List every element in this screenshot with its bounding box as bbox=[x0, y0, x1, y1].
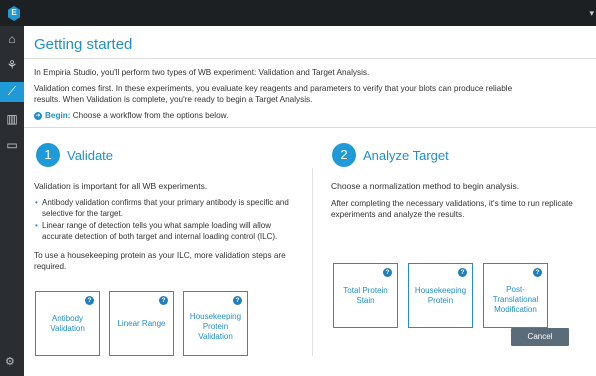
validation-chart-icon[interactable]: ⟋ bbox=[0, 82, 24, 102]
validate-title: Validate bbox=[67, 148, 114, 163]
step-2-badge: 2 bbox=[332, 143, 356, 167]
cancel-button[interactable]: Cancel bbox=[511, 328, 569, 346]
post-translational-modification-card[interactable]: ? Post- Translational Modification bbox=[483, 263, 548, 328]
help-icon[interactable]: ? bbox=[85, 296, 94, 305]
page-title: Getting started bbox=[34, 36, 133, 53]
card-label-line: Housekeeping bbox=[414, 285, 467, 295]
bullet-line: selective for the target. bbox=[42, 208, 123, 218]
analyze-text-line-2: experiments and analyze the results. bbox=[331, 210, 465, 219]
validation-line-1: Validation comes first. In these experim… bbox=[34, 84, 513, 93]
list-item: • Antibody validation confirms that your… bbox=[35, 198, 289, 219]
section-divider bbox=[24, 127, 596, 128]
logo-letter: E bbox=[11, 8, 17, 17]
card-label-line: Post- bbox=[506, 284, 525, 294]
validation-line-2: results. When Validation is complete, yo… bbox=[34, 95, 313, 104]
top-bar: E ▾ bbox=[0, 0, 596, 26]
app-logo[interactable]: E bbox=[8, 6, 20, 21]
list-item: • Linear range of detection tells you wh… bbox=[35, 221, 278, 242]
bar-chart-icon[interactable]: ▥ bbox=[3, 110, 21, 128]
window-icon[interactable]: ▭ bbox=[3, 136, 21, 154]
card-label-line: Linear Range bbox=[117, 318, 166, 328]
help-icon[interactable]: ? bbox=[159, 296, 168, 305]
housekeeping-protein-validation-card[interactable]: ? Housekeeping Protein Validation bbox=[183, 291, 248, 356]
ilc-line-2: required. bbox=[34, 262, 67, 271]
antibody-validation-card[interactable]: ? Antibody Validation bbox=[35, 291, 100, 356]
column-divider bbox=[312, 168, 313, 356]
help-icon[interactable]: ? bbox=[458, 268, 467, 277]
plant-icon[interactable]: ⚘ bbox=[3, 56, 21, 74]
ilc-line-1: To use a housekeeping protein as your IL… bbox=[34, 251, 286, 260]
chevron-down-icon[interactable]: ▾ bbox=[589, 8, 594, 19]
card-label-line: Housekeeping bbox=[189, 311, 242, 321]
card-label-line: Total Protein bbox=[343, 285, 388, 295]
begin-line: ➜ Begin: Choose a workflow from the optio… bbox=[34, 110, 228, 121]
housekeeping-protein-card[interactable]: ? Housekeeping Protein bbox=[408, 263, 473, 328]
home-icon[interactable]: ⌂ bbox=[3, 30, 21, 48]
linear-range-card[interactable]: ? Linear Range bbox=[109, 291, 174, 356]
analyze-title: Analyze Target bbox=[363, 148, 449, 163]
analyze-lead: Choose a normalization method to begin a… bbox=[331, 181, 520, 191]
main-content: Getting started In Empiria Studio, you'l… bbox=[24, 26, 596, 376]
card-label-line: Protein bbox=[202, 321, 229, 331]
bullet-icon: • bbox=[35, 198, 38, 207]
card-label-line: Validation bbox=[198, 331, 233, 341]
analyze-text-line-1: After completing the necessary validatio… bbox=[331, 199, 573, 208]
arrow-right-icon: ➜ bbox=[34, 111, 42, 120]
bullet-icon: • bbox=[35, 221, 38, 230]
bullet-line: Linear range of detection tells you what… bbox=[42, 221, 272, 230]
card-label-line: Stain bbox=[356, 295, 375, 305]
help-icon[interactable]: ? bbox=[533, 268, 542, 277]
card-label-line: Validation bbox=[50, 323, 85, 333]
bullet-line: Antibody validation confirms that your p… bbox=[42, 198, 289, 207]
intro-text: In Empiria Studio, you'll perform two ty… bbox=[34, 68, 370, 77]
bullet-line: accurate detection of both target and in… bbox=[42, 231, 278, 241]
gear-icon[interactable]: ⚙ bbox=[5, 355, 15, 368]
card-label-line: Translational bbox=[492, 294, 539, 304]
begin-text: Choose a workflow from the options below… bbox=[70, 111, 229, 120]
total-protein-stain-card[interactable]: ? Total Protein Stain bbox=[333, 263, 398, 328]
help-icon[interactable]: ? bbox=[233, 296, 242, 305]
card-label-line: Modification bbox=[494, 304, 537, 314]
help-icon[interactable]: ? bbox=[383, 268, 392, 277]
sidebar: ⌂ ⚘ ⟋ ▥ ▭ ⚙ bbox=[0, 26, 24, 376]
card-label-line: Protein bbox=[427, 295, 454, 305]
title-divider bbox=[24, 58, 596, 59]
step-1-badge: 1 bbox=[36, 143, 60, 167]
validate-lead: Validation is important for all WB exper… bbox=[34, 181, 208, 191]
begin-label: Begin: bbox=[45, 111, 71, 120]
card-label-line: Antibody bbox=[51, 313, 84, 323]
